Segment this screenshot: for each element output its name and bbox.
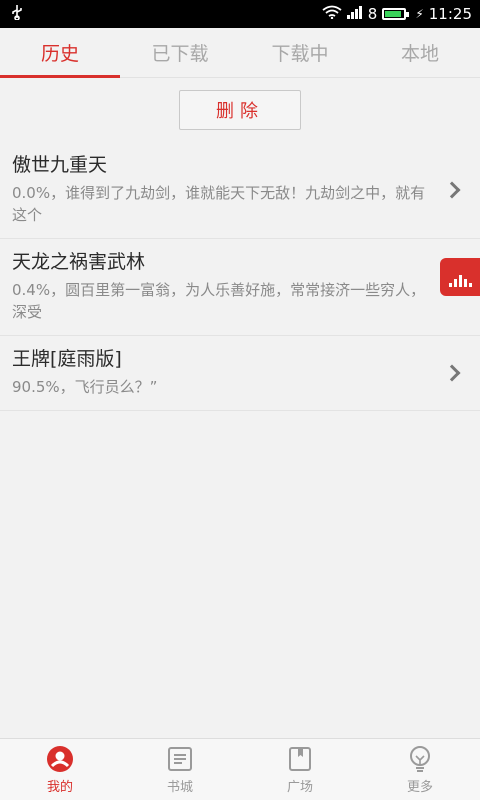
chevron-right-icon: [443, 181, 461, 199]
nav-more[interactable]: 更多: [360, 739, 480, 800]
tab-downloading[interactable]: 下载中: [240, 28, 360, 77]
delete-bar: 删除: [0, 78, 480, 142]
equalizer-icon-bar: [468, 283, 472, 287]
nav-mine[interactable]: 我的: [0, 739, 120, 800]
book-title: 天龙之祸害武林: [12, 251, 146, 273]
equalizer-icon-bar: [448, 283, 452, 287]
equalizer-icon-bar: [463, 279, 467, 287]
book-title: 王牌[庭雨版]: [12, 348, 122, 370]
book-progress-excerpt: 0.0%，谁得到了九劫剑，谁就能天下无敌！九劫剑之中，就有这个: [12, 184, 426, 224]
signal-label: 8: [367, 5, 378, 23]
equalizer-icon-bar: [453, 279, 457, 287]
list-item[interactable]: 傲世九重天 0.0%，谁得到了九劫剑，谁就能天下无敌！九劫剑之中，就有这个: [0, 142, 480, 239]
nav-label: 广场: [286, 780, 313, 795]
list-item[interactable]: 天龙之祸害武林 0.4%，圆百里第一富翁，为人乐善好施，常常接济一些穷人，深受: [0, 239, 480, 336]
book-progress-excerpt: 90.5%，飞行员么？”: [12, 378, 158, 396]
usb-icon: [10, 4, 24, 24]
book-progress-excerpt: 0.4%，圆百里第一富翁，为人乐善好施，常常接济一些穷人，深受: [12, 281, 426, 321]
nav-label: 我的: [46, 780, 73, 795]
wifi-icon: [322, 5, 342, 23]
chevron-right-icon: [443, 364, 461, 382]
clock: 11:25: [428, 5, 472, 23]
equalizer-float-button[interactable]: [440, 258, 480, 296]
tab-local[interactable]: 本地: [360, 28, 480, 77]
battery-icon: [382, 8, 410, 20]
person-icon: [46, 745, 74, 773]
nav-square[interactable]: 广场: [240, 739, 360, 800]
document-icon: [166, 745, 194, 773]
tab-bar: 历史 已下载 下载中 本地: [0, 28, 480, 78]
nav-bookstore[interactable]: 书城: [120, 739, 240, 800]
nav-label: 更多: [406, 780, 433, 795]
tab-downloaded[interactable]: 已下载: [120, 28, 240, 77]
book-icon: [286, 745, 314, 773]
bottom-navigation: 我的 书城 广场 更多: [0, 738, 480, 800]
book-list: 傲世九重天 0.0%，谁得到了九劫剑，谁就能天下无敌！九劫剑之中，就有这个 天龙…: [0, 142, 480, 411]
list-item[interactable]: 王牌[庭雨版] 90.5%，飞行员么？”: [0, 336, 480, 411]
charging-icon: ⚡: [415, 7, 424, 21]
book-title: 傲世九重天: [12, 154, 108, 176]
bulb-icon: [406, 745, 434, 773]
equalizer-icon-bar: [458, 275, 462, 287]
nav-label: 书城: [166, 780, 193, 795]
delete-button[interactable]: 删除: [179, 90, 301, 130]
tab-history[interactable]: 历史: [0, 28, 120, 78]
status-bar: 8 ⚡ 11:25: [0, 0, 480, 28]
signal-icon: [346, 5, 363, 23]
